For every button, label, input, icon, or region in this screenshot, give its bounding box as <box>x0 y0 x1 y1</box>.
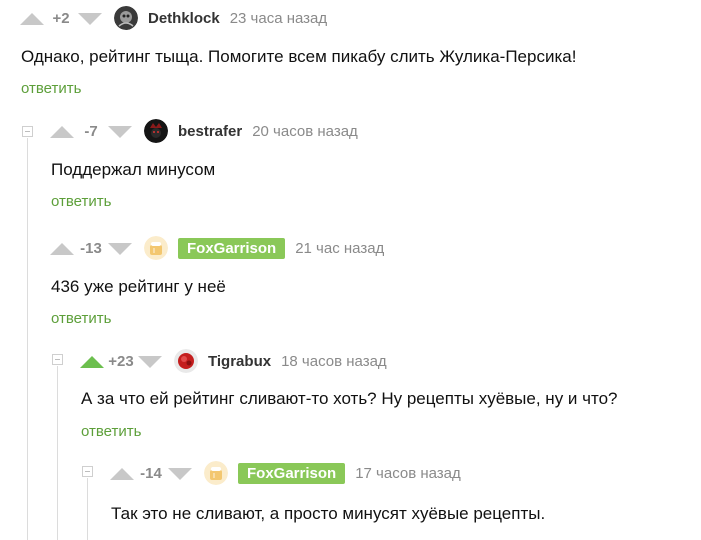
reply-link[interactable]: ответить <box>21 80 81 97</box>
username[interactable]: FoxGarrison <box>178 237 286 259</box>
username[interactable]: bestrafer <box>178 123 242 140</box>
upvote-icon[interactable] <box>80 354 104 368</box>
collapse-toggle-icon[interactable] <box>22 126 33 137</box>
comment-time[interactable]: 21 час назад <box>295 240 384 257</box>
comment-rating: +2 <box>52 9 70 27</box>
collapse-toggle-icon[interactable] <box>82 466 93 477</box>
comment-header: -13 FoxGarrison 21 час назад <box>50 236 384 260</box>
username[interactable]: FoxGarrison <box>238 462 346 484</box>
avatar[interactable] <box>174 349 198 373</box>
downvote-icon[interactable] <box>108 241 132 255</box>
avatar[interactable] <box>144 236 168 260</box>
thread-line <box>27 138 28 540</box>
reply-link[interactable]: ответить <box>51 193 111 210</box>
comment-rating: -7 <box>84 122 98 140</box>
reply-link[interactable]: ответить <box>81 423 141 440</box>
comment-header: +2 Dethklock 23 часа назад <box>20 6 327 30</box>
comment-rating: -14 <box>140 464 162 482</box>
comment-header: -7 bestrafer 20 часов назад <box>50 119 358 143</box>
avatar[interactable] <box>114 6 138 30</box>
username[interactable]: Tigrabux <box>208 353 271 370</box>
username[interactable]: Dethklock <box>148 10 220 27</box>
comment-time[interactable]: 17 часов назад <box>355 465 461 482</box>
thread-line <box>57 366 58 540</box>
avatar[interactable] <box>204 461 228 485</box>
collapse-toggle-icon[interactable] <box>52 354 63 365</box>
downvote-icon[interactable] <box>108 124 132 138</box>
comment-text: Однако, рейтинг тыща. Помогите всем пика… <box>21 47 577 66</box>
comment-rating: -13 <box>80 239 102 257</box>
upvote-icon[interactable] <box>110 466 134 480</box>
comment-time[interactable]: 18 часов назад <box>281 353 387 370</box>
comment-time[interactable]: 23 часа назад <box>230 10 327 27</box>
downvote-icon[interactable] <box>138 354 162 368</box>
comment-header: +23 Tigrabux 18 часов назад <box>80 349 387 373</box>
thread-line <box>87 478 88 540</box>
comment-text: Так это не сливают, а просто минусят хуё… <box>111 504 546 523</box>
reply-link[interactable]: ответить <box>51 310 111 327</box>
avatar[interactable] <box>144 119 168 143</box>
comment-rating: +23 <box>108 352 134 370</box>
comment-time[interactable]: 20 часов назад <box>252 123 358 140</box>
upvote-icon[interactable] <box>20 11 44 25</box>
downvote-icon[interactable] <box>168 466 192 480</box>
comment-text: Поддержал минусом <box>51 160 216 179</box>
upvote-icon[interactable] <box>50 124 74 138</box>
comment-text: А за что ей рейтинг сливают-то хоть? Ну … <box>81 389 618 408</box>
comment-text: 436 уже рейтинг у неё <box>51 277 226 296</box>
downvote-icon[interactable] <box>78 11 102 25</box>
upvote-icon[interactable] <box>50 241 74 255</box>
comment-header: -14 FoxGarrison 17 часов назад <box>110 461 461 485</box>
